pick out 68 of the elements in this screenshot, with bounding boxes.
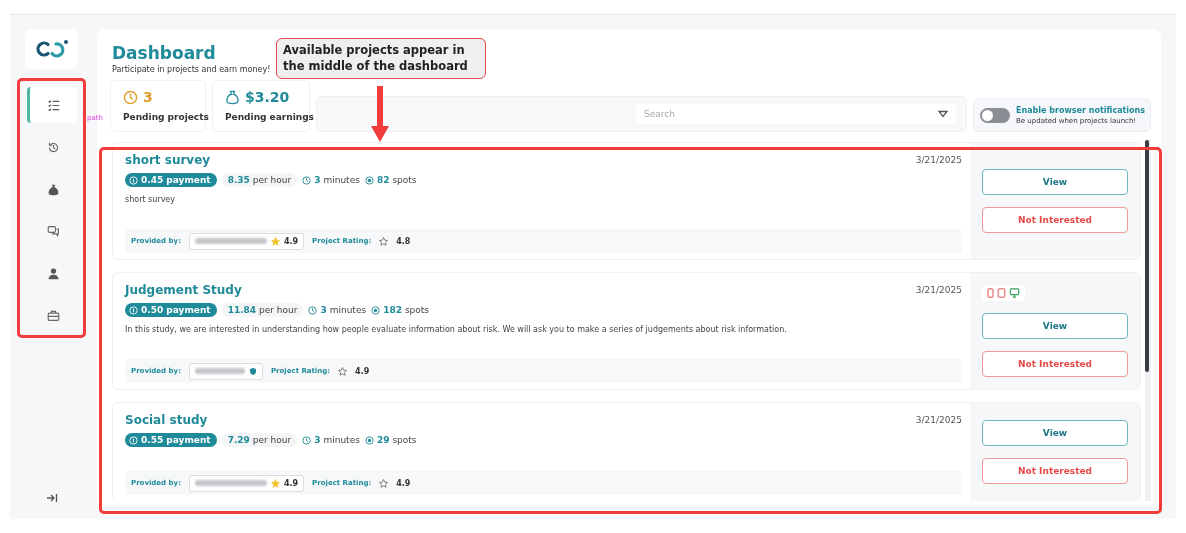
tablet-icon <box>997 288 1006 299</box>
money-bag-icon <box>225 89 240 105</box>
project-title: Social study <box>125 413 208 428</box>
arrow-annotation <box>370 86 390 142</box>
notification-title: Enable browser notifications <box>1016 105 1146 115</box>
hourly-rate: 11.84 per hour <box>221 303 304 318</box>
phone-icon <box>987 288 994 299</box>
view-button[interactable]: View <box>982 169 1128 196</box>
callout-note: Available projects appear in the middle of the dashboard <box>276 38 486 80</box>
search-field[interactable]: Search <box>636 104 956 125</box>
star-icon <box>270 478 280 488</box>
view-button[interactable]: View <box>982 313 1128 340</box>
star-icon <box>379 236 389 246</box>
not-interested-button[interactable]: Not Interested <box>982 351 1128 378</box>
spots-count: 82 spots <box>364 175 417 186</box>
checklist-icon <box>46 98 60 112</box>
not-interested-button[interactable]: Not Interested <box>982 458 1128 485</box>
target-icon <box>364 435 374 445</box>
stat-label: Pending projects <box>123 111 209 125</box>
project-title: short survey <box>125 153 211 168</box>
project-rating: 4.9 <box>396 478 411 488</box>
target-icon <box>364 175 374 185</box>
chat-icon <box>46 224 60 238</box>
collapse-icon[interactable] <box>45 493 58 503</box>
clock-icon <box>308 305 318 315</box>
notification-toggle[interactable] <box>980 107 1010 123</box>
money-bag-icon <box>46 182 60 196</box>
project-rating: 4.8 <box>396 236 411 246</box>
duration: 3 minutes <box>302 175 360 186</box>
clock-icon <box>302 435 312 445</box>
stat-value: $3.20 <box>245 89 290 106</box>
project-rating: 4.9 <box>355 366 370 376</box>
project-title: Judgement Study <box>125 283 242 298</box>
monitor-icon <box>1009 288 1020 299</box>
duration: 3 minutes <box>308 305 367 316</box>
spots-count: 29 spots <box>364 435 417 446</box>
star-icon <box>379 478 389 488</box>
scrollbar[interactable] <box>1145 140 1151 501</box>
provider-rating: 4.9 <box>283 478 299 488</box>
stat-value: 3 <box>143 89 153 106</box>
star-icon <box>270 236 280 246</box>
project-date: 3/21/2025 <box>915 415 962 428</box>
toolbox-icon <box>46 308 60 322</box>
target-icon <box>371 305 381 315</box>
project-date: 3/21/2025 <box>915 155 962 168</box>
duration: 3 minutes <box>302 435 360 446</box>
view-button[interactable]: View <box>982 420 1128 447</box>
clock-icon <box>302 175 312 185</box>
payment-badge: 0.50 payment <box>125 303 217 318</box>
payment-badge: 0.45 payment <box>125 173 217 188</box>
stat-label: Pending earnings <box>225 111 314 125</box>
hourly-rate: 8.35 per hour <box>221 173 298 188</box>
payment-badge: 0.55 payment <box>125 433 217 448</box>
page-title: Dashboard <box>112 43 216 64</box>
user-icon <box>46 266 60 280</box>
spots-count: 182 spots <box>371 305 430 316</box>
provider-rating: 4.9 <box>283 236 299 246</box>
clock-icon <box>123 89 138 105</box>
project-description: short survey <box>125 195 177 205</box>
star-icon <box>338 366 348 376</box>
shield-icon <box>248 366 257 376</box>
dropdown-icon <box>938 110 948 119</box>
project-date: 3/21/2025 <box>915 285 962 298</box>
history-icon <box>46 140 60 154</box>
hourly-rate: 7.29 per hour <box>221 433 298 448</box>
not-interested-button[interactable]: Not Interested <box>982 207 1128 234</box>
logo <box>25 29 78 69</box>
project-description: In this study, we are interested in understanding how people evaluate information about risk. We will ask you to make a series of judgements about risk information. <box>125 325 788 335</box>
